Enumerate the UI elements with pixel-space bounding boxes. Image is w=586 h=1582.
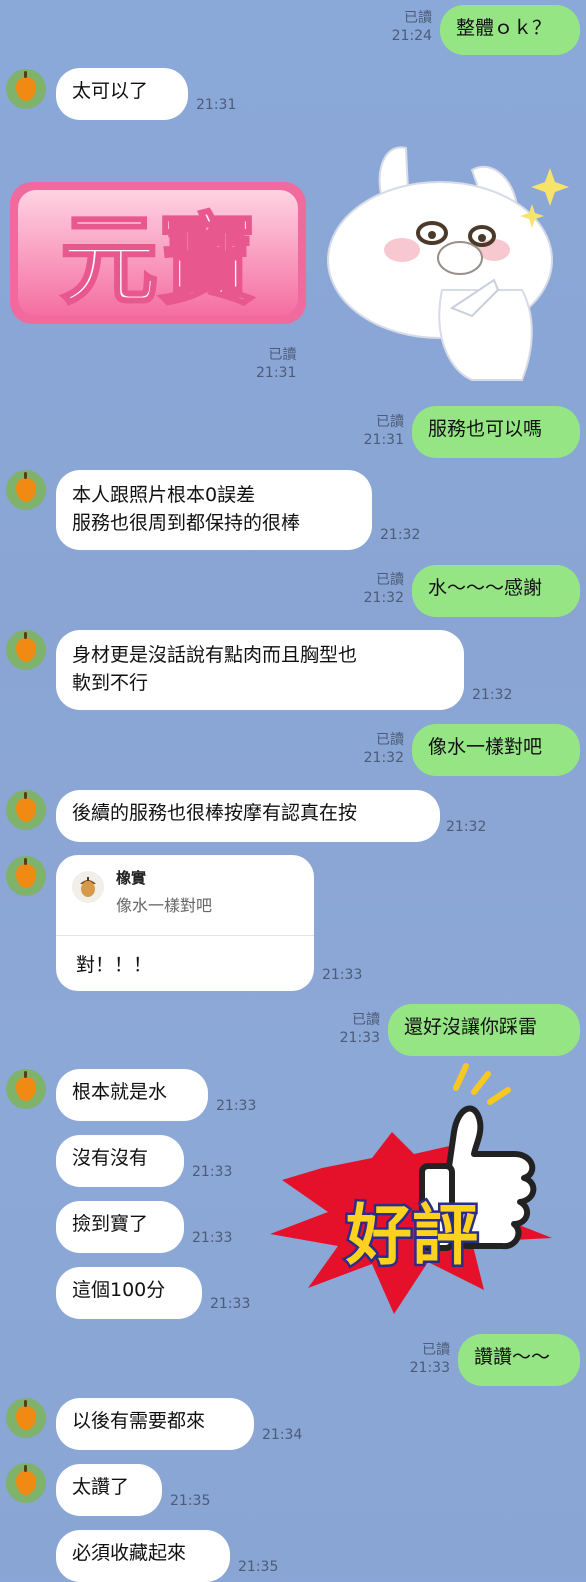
good-review-sticker[interactable]: 好評 xyxy=(262,1062,580,1324)
message-time: 21:33 xyxy=(210,1296,251,1312)
incoming-message[interactable]: 後續的服務也很棒按摩有認真在按 xyxy=(56,790,440,842)
incoming-message[interactable]: 太可以了 xyxy=(56,68,188,120)
quote-author: 橡實 xyxy=(116,869,147,887)
incoming-message[interactable]: 這個100分 xyxy=(56,1267,202,1319)
message-time: 21:33 xyxy=(216,1098,257,1114)
sparkle-lines-icon xyxy=(453,1063,511,1105)
incoming-message[interactable]: 太讚了 xyxy=(56,1464,162,1516)
rabbit-sticker-icon[interactable] xyxy=(322,140,572,382)
outgoing-message[interactable]: 讚讚〜〜 xyxy=(458,1334,580,1386)
message-meta: 已讀 21:24 xyxy=(391,10,432,44)
incoming-message[interactable]: 身材更是沒話說有點肉而且胸型也 軟到不行 xyxy=(56,630,464,710)
quote-text: 像水一樣對吧 xyxy=(116,896,213,915)
yuanbao-text-icon: 元寶 xyxy=(10,182,306,324)
reply-message[interactable]: 橡實 像水一樣對吧 對！！！ xyxy=(56,855,314,991)
message-time: 21:34 xyxy=(262,1427,303,1443)
persimmon-avatar-icon[interactable] xyxy=(6,69,46,109)
sticker-caption-art[interactable]: 元寶 xyxy=(6,148,322,348)
message-meta: 已讀 21:32 xyxy=(363,732,404,766)
persimmon-avatar-icon[interactable] xyxy=(6,1069,46,1109)
message-time: 21:31 xyxy=(196,97,237,113)
message-meta: 已讀 21:31 xyxy=(363,414,404,448)
message-meta: 已讀 21:33 xyxy=(339,1012,380,1046)
incoming-message[interactable]: 沒有沒有 xyxy=(56,1135,184,1187)
message-time: 21:35 xyxy=(170,1493,211,1509)
incoming-message[interactable]: 根本就是水 xyxy=(56,1069,208,1121)
reply-text: 對！！！ xyxy=(76,954,153,976)
outgoing-message[interactable]: 水〜〜〜感謝 xyxy=(412,565,580,617)
quote-divider xyxy=(56,935,314,936)
message-meta: 已讀 21:33 xyxy=(409,1342,450,1376)
message-time: 21:33 xyxy=(322,967,363,983)
outgoing-message[interactable]: 服務也可以嗎 xyxy=(412,406,580,458)
persimmon-avatar-icon[interactable] xyxy=(6,1398,46,1438)
acorn-icon xyxy=(72,871,104,903)
persimmon-avatar-icon[interactable] xyxy=(6,1463,46,1503)
svg-text:元寶: 元寶 xyxy=(60,204,256,318)
message-meta: 已讀 21:32 xyxy=(363,572,404,606)
persimmon-avatar-icon[interactable] xyxy=(6,856,46,896)
incoming-message[interactable]: 以後有需要都來 xyxy=(56,1398,254,1450)
message-time: 21:33 xyxy=(192,1164,233,1180)
chat-area[interactable]: 已讀 21:24 整體ｏｋ？ 太可以了 21:31 元寶 已讀 21:31 已讀… xyxy=(0,0,586,1582)
message-time: 21:32 xyxy=(446,819,487,835)
outgoing-message[interactable]: 整體ｏｋ？ xyxy=(440,5,580,55)
message-time: 21:35 xyxy=(238,1559,279,1575)
svg-text:好評: 好評 xyxy=(345,1197,478,1274)
message-time: 21:32 xyxy=(472,687,513,703)
message-time: 21:33 xyxy=(192,1230,233,1246)
outgoing-message[interactable]: 像水一樣對吧 xyxy=(412,724,580,776)
message-meta: 已讀 21:31 xyxy=(256,347,297,381)
message-time: 21:32 xyxy=(380,527,421,543)
incoming-message[interactable]: 必須收藏起來 xyxy=(56,1530,230,1582)
outgoing-message[interactable]: 還好沒讓你踩雷 xyxy=(388,1004,580,1056)
persimmon-avatar-icon[interactable] xyxy=(6,790,46,830)
incoming-message[interactable]: 本人跟照片根本0誤差 服務也很周到都保持的很棒 xyxy=(56,470,372,550)
persimmon-avatar-icon[interactable] xyxy=(6,630,46,670)
persimmon-avatar-icon[interactable] xyxy=(6,470,46,510)
incoming-message[interactable]: 撿到寶了 xyxy=(56,1201,184,1253)
